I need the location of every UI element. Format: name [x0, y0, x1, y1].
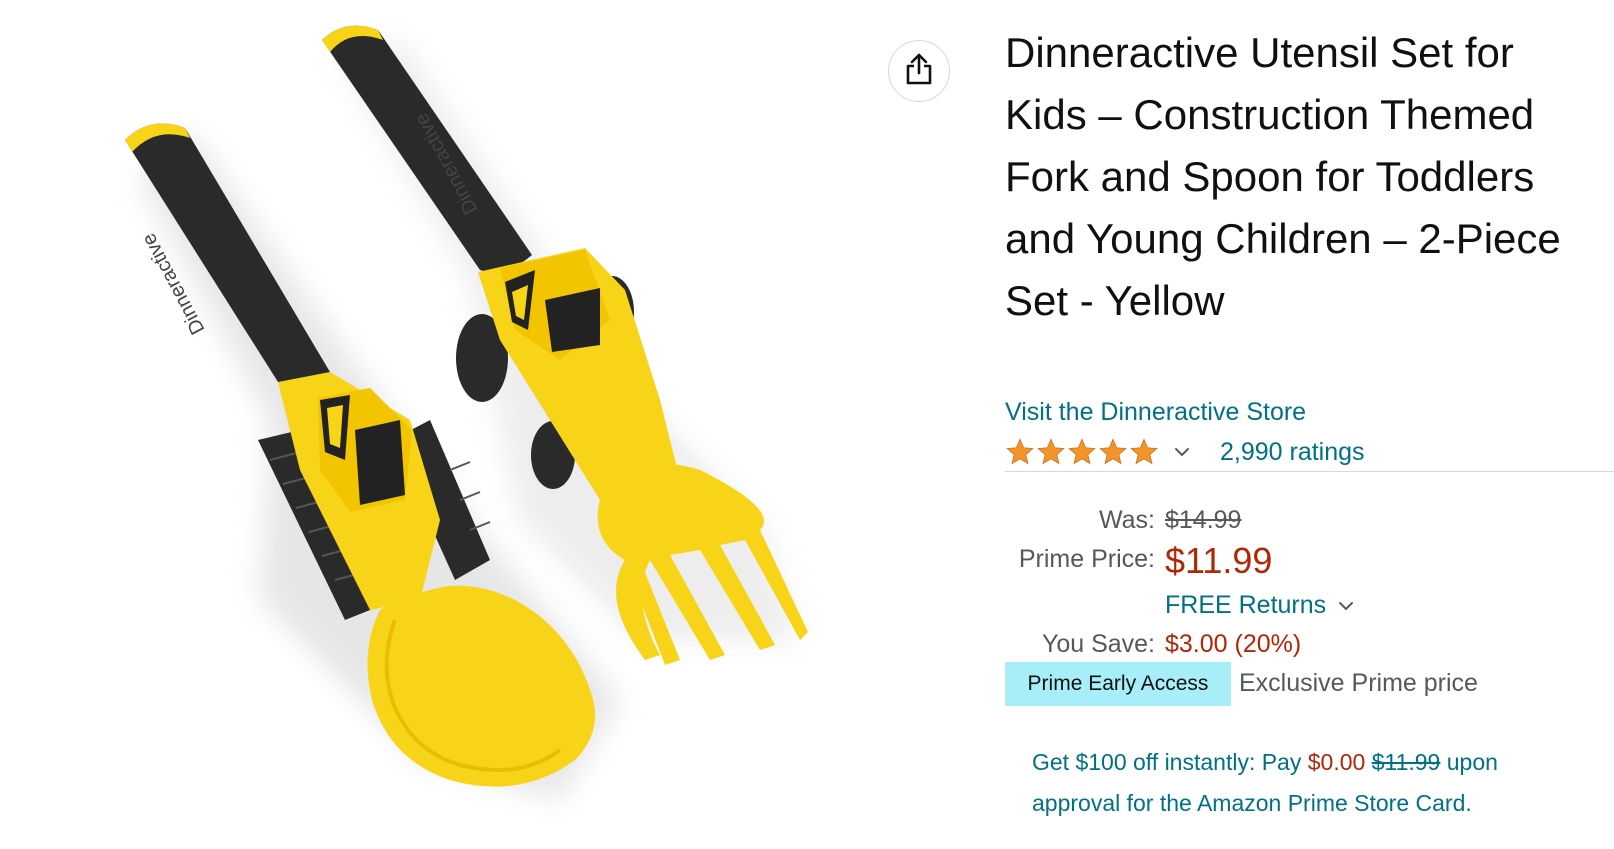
promo-struck-amount: $11.99	[1371, 749, 1441, 775]
share-button[interactable]	[888, 40, 950, 102]
exclusive-prime-text: Exclusive Prime price	[1239, 669, 1478, 697]
star-icon	[1130, 438, 1158, 465]
star-icon	[1006, 438, 1034, 465]
was-label: Was:	[1098, 506, 1155, 534]
promo-pay-amount: $0.00	[1307, 749, 1366, 775]
ratings-count-link[interactable]: 2,990 ratings	[1220, 438, 1365, 467]
chevron-down-icon[interactable]	[1174, 447, 1190, 457]
star-icon	[1068, 438, 1096, 465]
you-save-value: $3.00 (20%)	[1165, 630, 1302, 658]
product-title: Dinneractive Utensil Set for Kids – Cons…	[1005, 29, 1561, 324]
prime-price-label: Prime Price:	[1018, 545, 1155, 573]
was-price: $14.99	[1165, 506, 1242, 534]
divider	[1005, 471, 1614, 472]
you-save-label: You Save:	[1041, 630, 1155, 658]
visit-store-link[interactable]: Visit the Dinneractive Store	[1005, 398, 1306, 427]
star-icon	[1037, 438, 1065, 465]
star-icon	[1099, 438, 1127, 465]
share-icon	[904, 52, 934, 91]
prime-early-access-badge: Prime Early Access	[1005, 662, 1231, 706]
free-returns-link[interactable]: FREE Returns	[1165, 591, 1354, 620]
store-card-promo[interactable]: Get $100 off instantly: Pay $0.00 $11.99…	[1032, 742, 1592, 824]
chevron-down-icon	[1338, 601, 1354, 611]
prime-price: $11.99	[1165, 540, 1273, 581]
star-rating[interactable]	[1005, 437, 1160, 467]
promo-prefix: Get $100 off instantly: Pay	[1032, 749, 1302, 775]
free-returns-label: FREE Returns	[1165, 591, 1327, 619]
rating-row: 2,990 ratings	[1005, 434, 1365, 470]
product-image[interactable]: Dinneractive Dinneractive	[60, 0, 860, 844]
